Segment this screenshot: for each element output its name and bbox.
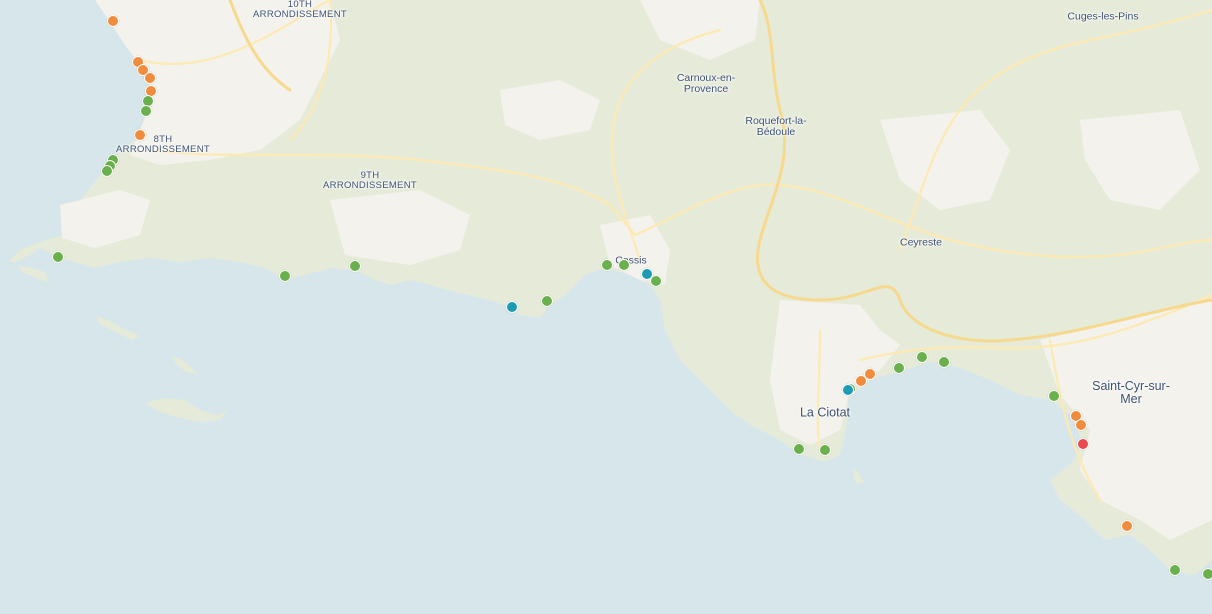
island [145,398,228,422]
beach-marker-average[interactable] [107,15,119,27]
beach-marker-good[interactable] [349,260,361,272]
beach-marker-good[interactable] [1202,568,1212,580]
beach-marker-average[interactable] [1075,419,1087,431]
beach-marker-average[interactable] [134,129,146,141]
beach-marker-average[interactable] [1121,520,1133,532]
beach-marker-good[interactable] [916,351,928,363]
beach-marker-good[interactable] [819,444,831,456]
beach-marker-excellent[interactable] [842,384,854,396]
beach-marker-good[interactable] [52,251,64,263]
island [18,266,48,282]
place-label-ceyreste: Ceyreste [899,236,943,249]
island [852,468,864,484]
place-label-la-ciotat: La Ciotat [799,405,851,420]
beach-marker-good[interactable] [893,362,905,374]
place-label-10th-arrondissement: 10TH ARRONDISSEMENT [253,0,347,20]
beach-marker-good[interactable] [618,259,630,271]
beach-marker-good[interactable] [541,295,553,307]
place-label-carnoux-en-provence: Carnoux-en- Provence [676,71,736,95]
map-view[interactable]: 10TH ARRONDISSEMENT 8TH ARRONDISSEMENT 9TH AR… [0,0,1212,614]
beach-marker-good[interactable] [1169,564,1181,576]
beach-marker-good[interactable] [101,165,113,177]
beach-marker-poor[interactable] [1077,438,1089,450]
beach-marker-average[interactable] [144,72,156,84]
place-label-8th-arrondissement: 8TH ARRONDISSEMENT [116,134,210,155]
beach-marker-good[interactable] [140,105,152,117]
beach-marker-average[interactable] [864,368,876,380]
place-label-cuges-les-pins: Cuges-les-Pins [1067,10,1139,23]
map-basemap [0,0,1212,575]
place-label-saint-cyr-sur-mer: Saint-Cyr-sur- Mer [1092,378,1170,406]
beach-marker-excellent[interactable] [506,301,518,313]
place-label-9th-arrondissement: 9TH ARRONDISSEMENT [323,170,417,191]
beach-marker-good[interactable] [279,270,291,282]
island [172,356,198,374]
beach-marker-good[interactable] [793,443,805,455]
beach-marker-good[interactable] [601,259,613,271]
beach-marker-good[interactable] [1048,390,1060,402]
place-label-roquefort-la-bedoule: Roquefort-la- Bédoule [745,114,807,138]
island [96,316,140,340]
beach-marker-good[interactable] [650,275,662,287]
beach-marker-good[interactable] [938,356,950,368]
